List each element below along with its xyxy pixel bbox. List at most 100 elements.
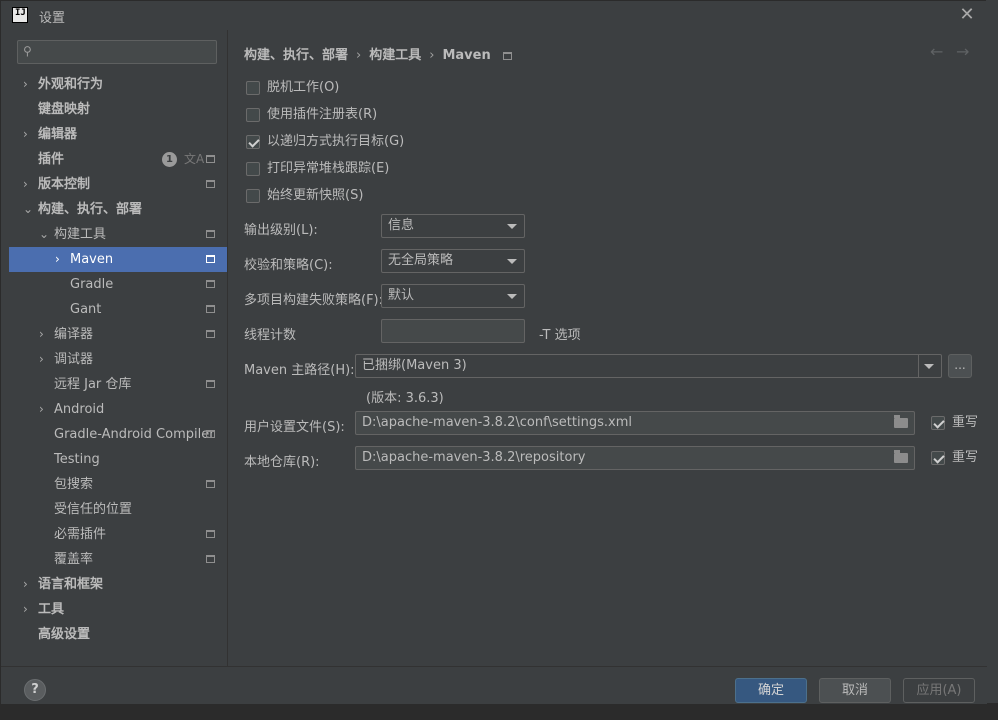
- sidebar-item-gradle[interactable]: Gradle: [9, 272, 227, 297]
- background-window-bottom: [0, 703, 998, 720]
- dropdown-caret-icon: [924, 364, 934, 369]
- sidebar-item-required-plugins[interactable]: 必需插件: [9, 522, 227, 547]
- background-window-right: [986, 0, 998, 720]
- sidebar-item-label: 版本控制: [38, 177, 91, 192]
- sidebar-item-label: 构建工具: [54, 227, 107, 242]
- help-button[interactable]: ?: [24, 679, 46, 701]
- back-arrow-icon[interactable]: ←: [930, 42, 943, 61]
- cancel-button[interactable]: 取消: [819, 678, 891, 703]
- checkbox-checked[interactable]: [246, 135, 260, 149]
- checkbox[interactable]: [246, 162, 260, 176]
- intellij-app-icon: IJ: [12, 7, 28, 23]
- sidebar-item-keymap[interactable]: 键盘映射: [9, 97, 227, 122]
- sidebar-item-label: 高级设置: [38, 627, 91, 642]
- checksum-policy-select[interactable]: 无全局策略: [381, 249, 525, 273]
- chevron-right-icon[interactable]: ›: [39, 347, 44, 372]
- sidebar-item-android[interactable]: › Android: [9, 397, 227, 422]
- sidebar-item-build-execution-deployment[interactable]: ⌄ 构建、执行、部署: [9, 197, 227, 222]
- sidebar-item-label: 必需插件: [54, 527, 107, 542]
- project-scope-icon: [206, 480, 215, 488]
- folder-icon[interactable]: [894, 450, 908, 463]
- chevron-right-icon[interactable]: ›: [23, 122, 28, 147]
- maven-version-text: (版本: 3.6.3): [366, 391, 444, 406]
- folder-icon[interactable]: [894, 415, 908, 428]
- sidebar-item-appearance[interactable]: › 外观和行为: [9, 72, 227, 97]
- chevron-right-icon[interactable]: ›: [39, 397, 44, 422]
- browse-maven-home-button[interactable]: ...: [948, 354, 972, 378]
- breadcrumb: 构建、执行、部署 › 构建工具 › Maven: [244, 44, 512, 63]
- settings-content: 构建、执行、部署 › 构建工具 › Maven ← → 脱机工作(O) 使用插件注册表(…: [227, 30, 987, 666]
- sidebar-item-vcs[interactable]: › 版本控制: [9, 172, 227, 197]
- sidebar-item-build-tools[interactable]: ⌄ 构建工具: [9, 222, 227, 247]
- chevron-right-icon[interactable]: ›: [23, 597, 28, 622]
- checksum-policy-label: 校验和策略(C):: [244, 258, 333, 273]
- search-input[interactable]: ⚲: [17, 40, 217, 64]
- breadcrumb-item[interactable]: 构建工具: [369, 48, 421, 63]
- apply-button[interactable]: 应用(A): [903, 678, 975, 703]
- thread-count-label: 线程计数: [244, 328, 297, 343]
- sidebar-item-trusted-locations[interactable]: 受信任的位置: [9, 497, 227, 522]
- local-repository-input[interactable]: D:\apache-maven-3.8.2\repository: [355, 446, 915, 470]
- checkbox[interactable]: [246, 81, 260, 95]
- output-level-value: 信息: [388, 218, 415, 233]
- project-scope-icon: [206, 330, 215, 338]
- sidebar-item-plugins[interactable]: 插件 1 文A: [9, 147, 227, 172]
- sidebar-item-debugger[interactable]: › 调试器: [9, 347, 227, 372]
- thread-count-input[interactable]: [381, 319, 525, 343]
- breadcrumb-item-current: Maven: [442, 48, 491, 63]
- settings-dialog: IJ 设置 ✕ ⚲ › 外观和行为 键盘映射 › 编辑器 插件 1 文A › 版…: [0, 0, 987, 704]
- sidebar-item-label: 编译器: [54, 327, 94, 342]
- sidebar-item-label: Maven: [70, 252, 114, 267]
- user-settings-file-input[interactable]: D:\apache-maven-3.8.2\conf\settings.xml: [355, 411, 915, 435]
- checkbox-label: 始终更新快照(S): [267, 188, 364, 203]
- sidebar-item-label: Gradle-Android Compiler: [54, 427, 215, 442]
- sidebar-item-advanced-settings[interactable]: 高级设置: [9, 622, 227, 647]
- chevron-right-icon[interactable]: ›: [39, 322, 44, 347]
- sidebar-item-testing[interactable]: Testing: [9, 447, 227, 472]
- checkbox[interactable]: [246, 108, 260, 122]
- project-scope-icon: [206, 305, 215, 313]
- sidebar-item-gant[interactable]: Gant: [9, 297, 227, 322]
- chevron-right-icon[interactable]: ›: [23, 72, 28, 97]
- sidebar-item-label: Testing: [54, 452, 100, 467]
- project-scope-icon: [206, 230, 215, 238]
- sidebar-item-maven[interactable]: › Maven: [9, 247, 227, 272]
- breadcrumb-item[interactable]: 构建、执行、部署: [244, 48, 348, 63]
- chevron-right-icon[interactable]: ›: [23, 172, 28, 197]
- maven-home-label: Maven 主路径(H):: [244, 363, 355, 378]
- project-scope-icon: [206, 180, 215, 188]
- sidebar-item-label: 语言和框架: [38, 577, 104, 592]
- chevron-right-icon[interactable]: ›: [55, 247, 60, 272]
- sidebar-item-label: 调试器: [54, 352, 94, 367]
- sidebar-item-gradle-android-compiler[interactable]: Gradle-Android Compiler: [9, 422, 227, 447]
- sidebar-item-languages-frameworks[interactable]: › 语言和框架: [9, 572, 227, 597]
- sidebar-item-label: 远程 Jar 仓库: [54, 377, 132, 392]
- sidebar-item-remote-jar-repos[interactable]: 远程 Jar 仓库: [9, 372, 227, 397]
- translate-icon: 文A: [184, 152, 205, 166]
- project-scope-icon: [502, 51, 512, 60]
- sidebar-item-package-search[interactable]: 包搜索: [9, 472, 227, 497]
- sidebar-item-tools[interactable]: › 工具: [9, 597, 227, 622]
- chevron-down-icon[interactable]: ⌄: [23, 197, 33, 222]
- checkbox[interactable]: [246, 189, 260, 203]
- update-count-badge: 1: [162, 152, 177, 167]
- user-settings-file-value: D:\apache-maven-3.8.2\conf\settings.xml: [362, 415, 632, 430]
- chevron-right-icon[interactable]: ›: [23, 572, 28, 597]
- sidebar-item-compiler[interactable]: › 编译器: [9, 322, 227, 347]
- sidebar-item-editor[interactable]: › 编辑器: [9, 122, 227, 147]
- local-repository-value: D:\apache-maven-3.8.2\repository: [362, 450, 586, 465]
- ok-button[interactable]: 确定: [735, 678, 807, 703]
- sidebar-item-coverage[interactable]: 覆盖率: [9, 547, 227, 572]
- close-icon[interactable]: ✕: [957, 5, 977, 25]
- forward-arrow-icon[interactable]: →: [956, 42, 969, 61]
- project-scope-icon: [206, 155, 215, 163]
- checkbox-checked[interactable]: [931, 416, 945, 430]
- project-scope-icon: [206, 280, 215, 288]
- chevron-down-icon[interactable]: ⌄: [39, 222, 49, 247]
- checkbox-checked[interactable]: [931, 451, 945, 465]
- thread-count-suffix: -T 选项: [539, 328, 581, 343]
- maven-home-select[interactable]: 已捆绑(Maven 3): [355, 354, 942, 378]
- combo-divider: [918, 355, 919, 377]
- fail-policy-select[interactable]: 默认: [381, 284, 525, 308]
- output-level-select[interactable]: 信息: [381, 214, 525, 238]
